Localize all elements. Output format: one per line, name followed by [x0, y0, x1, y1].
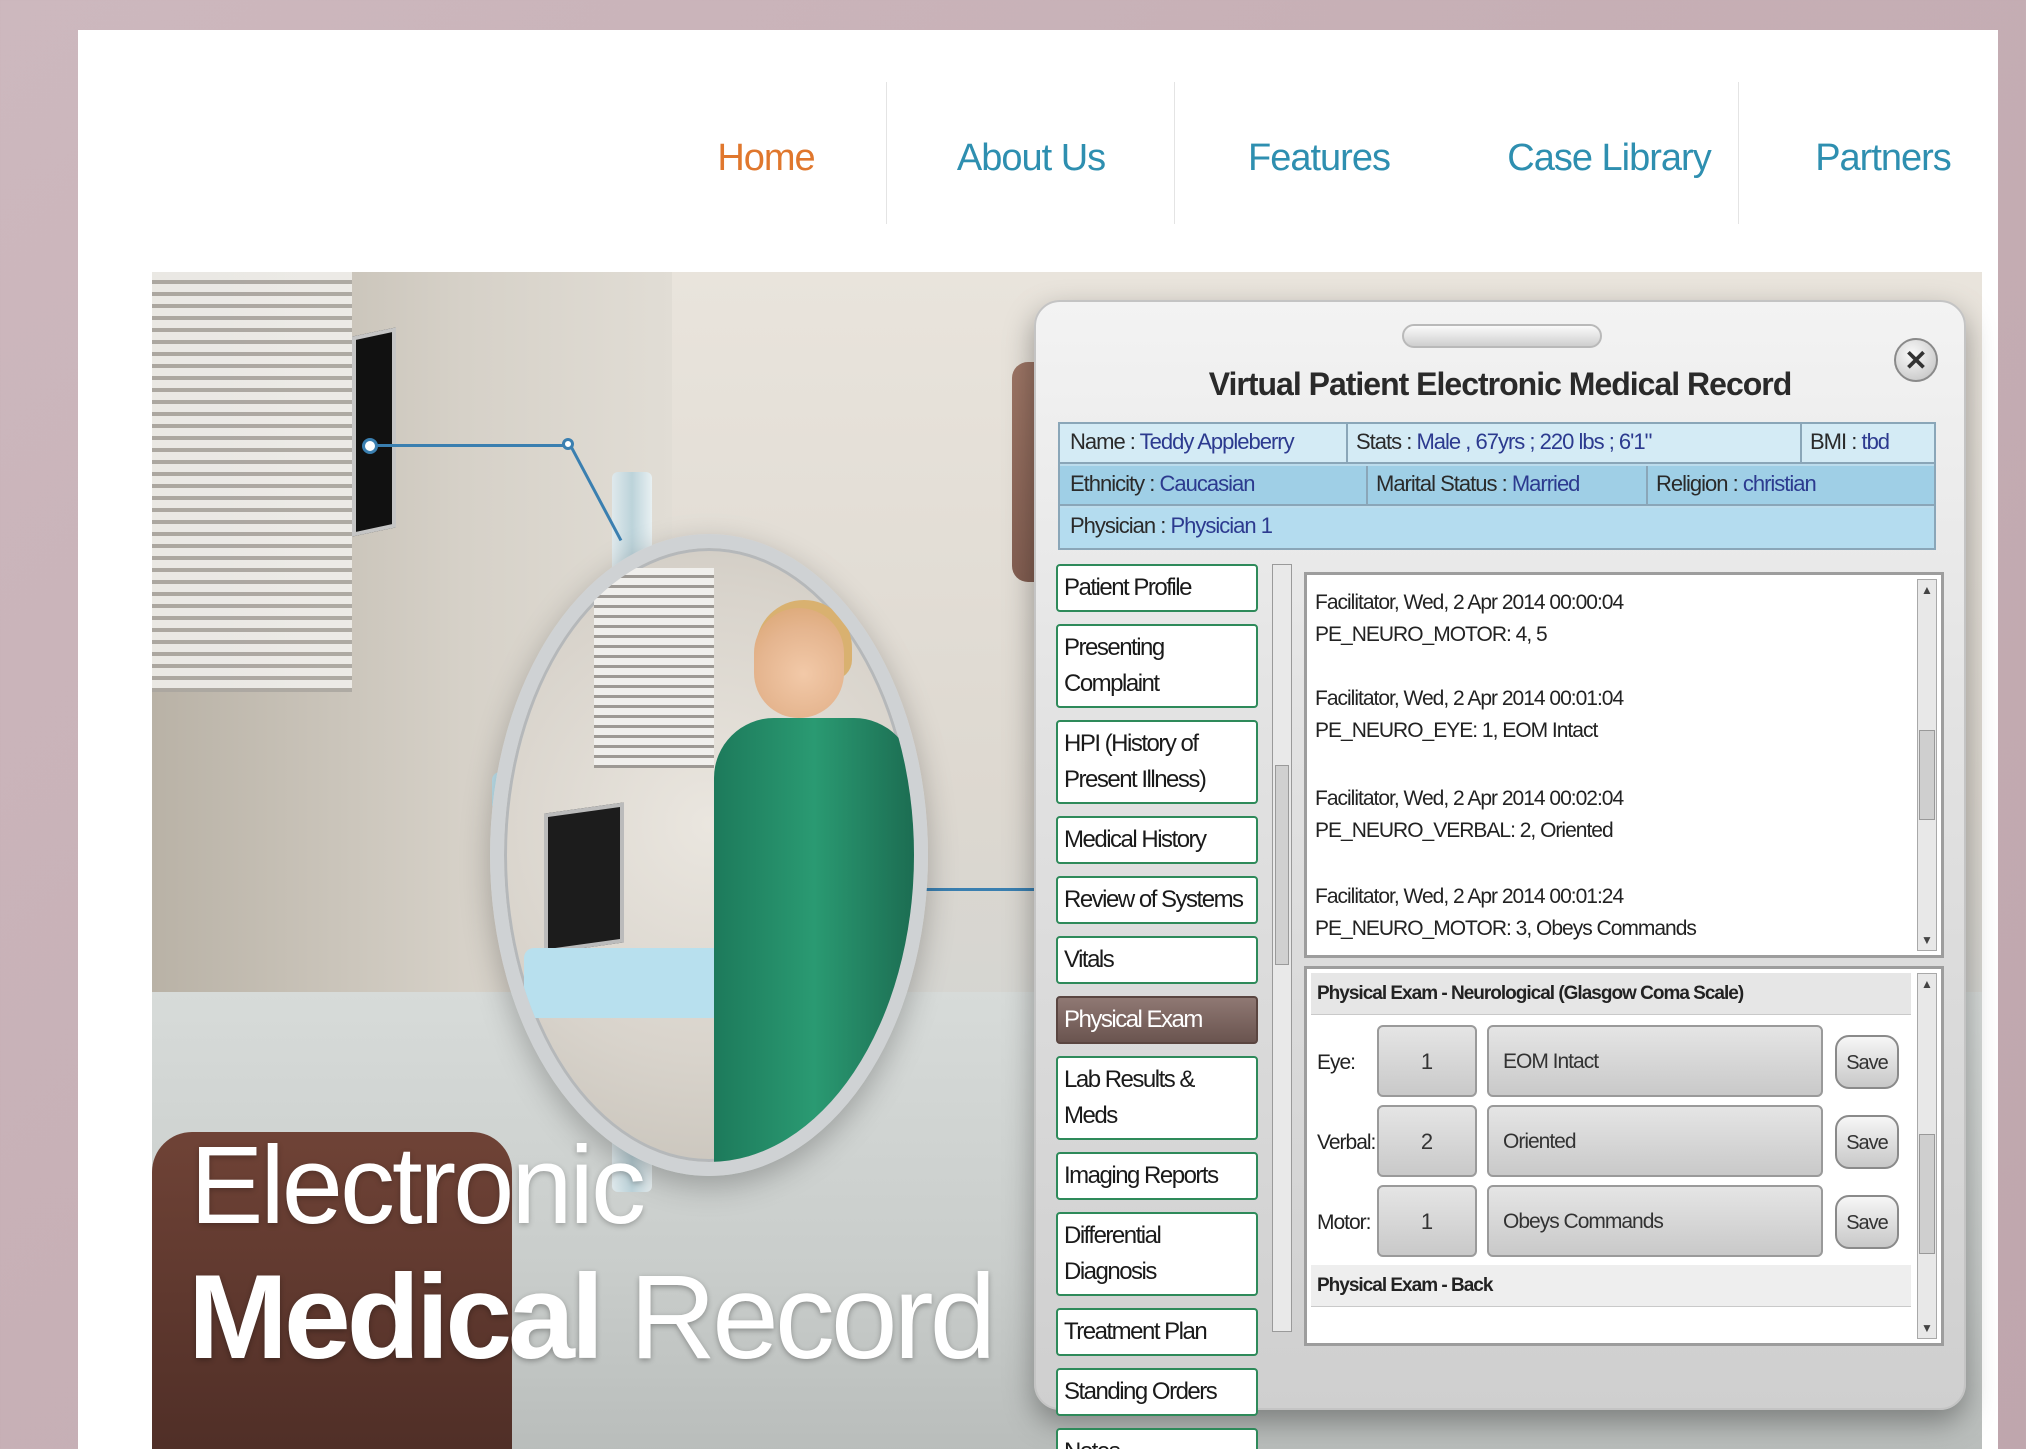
patient-info-row: Name : Teddy Appleberry Stats : Male , 6… [1060, 424, 1934, 464]
hero-title-rest: Record [629, 1250, 997, 1384]
log-entry-header: Facilitator, Wed, 2 Apr 2014 00:02:04 [1315, 787, 1624, 810]
scroll-up-icon[interactable]: ▲ [1919, 582, 1935, 598]
menu-item-treatment-plan[interactable]: Treatment Plan [1056, 1308, 1258, 1356]
log-entry: Facilitator, Wed, 2 Apr 2014 00:01:24 PE… [1315, 881, 1697, 945]
nav-case-library[interactable]: Case Library [1464, 88, 1754, 228]
info-divider [1366, 466, 1368, 506]
menu-item-medical-history[interactable]: Medical History [1056, 816, 1258, 864]
exam-row-eye: Eye: 1 EOM Intact Save [1311, 1025, 1911, 1101]
emr-window-title: Virtual Patient Electronic Medical Recor… [1208, 366, 1793, 402]
connector-line [370, 444, 570, 447]
menu-item-notes[interactable]: Notes [1056, 1428, 1258, 1449]
eye-score-field[interactable]: 1 [1377, 1025, 1477, 1097]
cart-tray-image [524, 948, 724, 1018]
nav-about-us[interactable]: About Us [886, 88, 1176, 228]
activity-log: Facilitator, Wed, 2 Apr 2014 00:00:04 PE… [1304, 572, 1944, 958]
exam-scrollbar[interactable]: ▲ ▼ [1917, 973, 1937, 1339]
log-entry: Facilitator, Wed, 2 Apr 2014 00:02:04 PE… [1315, 783, 1624, 847]
verbal-score-field[interactable]: 2 [1377, 1105, 1477, 1177]
exam-row-label: Verbal: [1317, 1131, 1376, 1154]
exam-section-title: Physical Exam - Back [1311, 1265, 1911, 1307]
patient-ethnicity: Ethnicity : Caucasian [1070, 471, 1255, 496]
window-blinds-image [152, 272, 352, 692]
scroll-up-icon[interactable]: ▲ [1919, 976, 1935, 992]
hero-title-line2: Medical Record [188, 1248, 997, 1386]
patient-stats: Stats : Male , 67yrs ; 220 lbs ; 6'1" [1356, 429, 1652, 454]
nav-home[interactable]: Home [638, 88, 894, 228]
menu-item-review-of-systems[interactable]: Review of Systems [1056, 876, 1258, 924]
log-entry-value: PE_NEURO_EYE: 1, EOM Intact [1315, 719, 1598, 742]
log-scrollbar[interactable]: ▲ ▼ [1917, 579, 1937, 951]
emr-section-menu: Patient Profile Presenting Complaint HPI… [1056, 564, 1264, 1449]
scroll-down-icon[interactable]: ▼ [1919, 1320, 1935, 1336]
physical-exam-panel: Physical Exam - Neurological (Glasgow Co… [1304, 966, 1944, 1346]
exam-row-label: Motor: [1317, 1211, 1372, 1234]
nurse-illustration [490, 534, 928, 1176]
main-navigation: Home About Us Features Case Library Part… [78, 30, 1998, 240]
log-entry: Facilitator, Wed, 2 Apr 2014 00:00:04 PE… [1315, 587, 1624, 651]
nav-features[interactable]: Features [1174, 88, 1464, 228]
menu-item-imaging-reports[interactable]: Imaging Reports [1056, 1152, 1258, 1200]
menu-item-lab-results[interactable]: Lab Results & Meds [1056, 1056, 1258, 1140]
info-divider [1800, 424, 1802, 464]
patient-bmi: BMI : tbd [1810, 429, 1890, 454]
hero-title-bold: Medical [188, 1250, 604, 1384]
log-entry-header: Facilitator, Wed, 2 Apr 2014 00:01:04 [1315, 687, 1624, 710]
scroll-down-icon[interactable]: ▼ [1919, 932, 1935, 948]
log-entry: Facilitator, Wed, 2 Apr 2014 00:01:04 PE… [1315, 683, 1624, 747]
close-icon[interactable]: ✕ [1894, 338, 1938, 382]
monitor-image [544, 802, 624, 954]
exam-row-label: Eye: [1317, 1051, 1356, 1074]
emr-window: Virtual Patient Electronic Medical Recor… [1034, 300, 1966, 1449]
save-verbal-button[interactable]: Save [1835, 1115, 1899, 1169]
exam-row-verbal: Verbal: 2 Oriented Save [1311, 1105, 1911, 1181]
hero-title-line1: Electronic [190, 1124, 646, 1247]
menu-item-differential-diagnosis[interactable]: Differential Diagnosis [1056, 1212, 1258, 1296]
nurse-head [754, 608, 844, 718]
exam-section-title: Physical Exam - Neurological (Glasgow Co… [1311, 973, 1911, 1015]
menu-item-hpi[interactable]: HPI (History of Present Illness) [1056, 720, 1258, 804]
motor-description-field[interactable]: Obeys Commands [1487, 1185, 1823, 1257]
log-entry-value: PE_NEURO_MOTOR: 3, Obeys Commands [1315, 917, 1697, 940]
menu-item-presenting-complaint[interactable]: Presenting Complaint [1056, 624, 1258, 708]
log-entry-header: Facilitator, Wed, 2 Apr 2014 00:01:24 [1315, 885, 1624, 908]
window-blinds-image [594, 568, 714, 768]
scrollbar-thumb[interactable] [1275, 765, 1289, 965]
patient-info-panel: Name : Teddy Appleberry Stats : Male , 6… [1058, 422, 1936, 550]
motor-score-field[interactable]: 1 [1377, 1185, 1477, 1257]
exam-row-motor: Motor: 1 Obeys Commands Save [1311, 1185, 1911, 1261]
hotspot-dot[interactable] [562, 438, 574, 450]
nav-partners[interactable]: Partners [1738, 88, 2026, 228]
verbal-description-field[interactable]: Oriented [1487, 1105, 1823, 1177]
scrollbar-thumb[interactable] [1919, 730, 1935, 820]
connector-line [922, 888, 1042, 891]
menu-item-patient-profile[interactable]: Patient Profile [1056, 564, 1258, 612]
info-divider [1346, 424, 1348, 464]
hotspot-dot[interactable] [362, 438, 378, 454]
patient-info-row: Ethnicity : Caucasian Marital Status : M… [1060, 466, 1934, 506]
patient-marital-status: Marital Status : Married [1376, 471, 1580, 496]
eye-description-field[interactable]: EOM Intact [1487, 1025, 1823, 1097]
window-drag-handle[interactable] [1402, 324, 1602, 348]
info-divider [1646, 466, 1648, 506]
menu-item-physical-exam[interactable]: Physical Exam [1056, 996, 1258, 1044]
patient-info-row: Physician : Physician 1 [1060, 508, 1934, 548]
scrollbar-thumb[interactable] [1919, 1134, 1935, 1254]
save-motor-button[interactable]: Save [1835, 1195, 1899, 1249]
log-entry-header: Facilitator, Wed, 2 Apr 2014 00:00:04 [1315, 591, 1624, 614]
menu-scrollbar[interactable] [1272, 564, 1292, 1332]
log-entry-value: PE_NEURO_VERBAL: 2, Oriented [1315, 819, 1614, 842]
patient-religion: Religion : christian [1656, 471, 1817, 496]
menu-item-standing-orders[interactable]: Standing Orders [1056, 1368, 1258, 1416]
menu-item-vitals[interactable]: Vitals [1056, 936, 1258, 984]
log-entry-value: PE_NEURO_MOTOR: 4, 5 [1315, 623, 1548, 646]
save-eye-button[interactable]: Save [1835, 1035, 1899, 1089]
patient-name: Name : Teddy Appleberry [1070, 429, 1295, 454]
nurse-figure [714, 718, 914, 1162]
patient-physician: Physician : Physician 1 [1070, 513, 1273, 538]
monitor-image [352, 327, 396, 537]
